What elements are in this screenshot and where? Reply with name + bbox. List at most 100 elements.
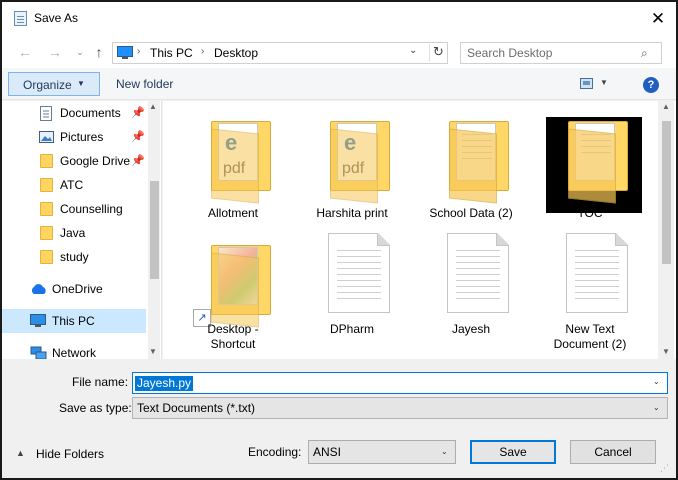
file-item-harshita-print[interactable]: e pdf Harshita print <box>292 109 412 227</box>
folder-icon <box>40 202 53 216</box>
sidebar-item-pictures[interactable]: Pictures 📌 <box>2 125 146 149</box>
sidebar-item-label: Google Drive <box>60 154 131 168</box>
recent-locations-button[interactable]: ⌄ <box>71 43 89 61</box>
sidebar-item-atc[interactable]: ATC <box>2 173 146 197</box>
search-box[interactable]: ⌕ <box>460 42 662 64</box>
file-name: Jayesh <box>451 322 491 336</box>
window-title: Save As <box>34 11 79 25</box>
scroll-up-icon[interactable]: ▲ <box>149 102 157 111</box>
encoding-value: ANSI <box>313 445 342 459</box>
pictures-icon <box>39 131 54 143</box>
folder-icon <box>40 178 53 192</box>
filename-field[interactable]: Jayesh.py ⌄ <box>132 372 668 394</box>
sidebar-item-google-drive[interactable]: Google Drive 📌 <box>2 149 146 173</box>
chevron-down-icon[interactable]: ⌄ <box>653 377 660 386</box>
navigation-pane: Documents 📌 Pictures 📌 Google Drive 📌 AT… <box>2 101 162 359</box>
folder-front-icon <box>211 128 259 204</box>
view-icon <box>580 78 593 89</box>
file-name: School Data (2) <box>429 206 513 220</box>
resize-grip-icon[interactable]: ⋰ <box>660 463 669 474</box>
scroll-down-icon[interactable]: ▼ <box>149 347 157 356</box>
organize-button[interactable]: Organize ▼ <box>8 72 100 96</box>
content-scrollbar[interactable]: ▲ ▼ <box>658 101 674 359</box>
back-button[interactable]: ← <box>16 43 34 61</box>
save-button[interactable]: Save <box>470 440 556 464</box>
help-icon: ? <box>647 79 655 91</box>
pin-icon: 📌 <box>131 131 145 143</box>
sidebar-scrollbar[interactable]: ▲ ▼ <box>148 101 160 359</box>
forward-button[interactable]: → <box>46 43 64 61</box>
chevron-down-icon: ▼ <box>77 79 85 88</box>
chevron-down-icon: ⌄ <box>76 47 84 57</box>
file-item-school-data-2[interactable]: School Data (2) <box>411 109 531 227</box>
pin-icon: 📌 <box>131 107 145 119</box>
search-input[interactable] <box>467 46 637 60</box>
file-name: New Text <box>565 322 615 336</box>
filename-value[interactable]: Jayesh.py <box>135 376 194 391</box>
sidebar-item-label: Counselling <box>60 202 123 216</box>
file-item-toc[interactable]: TOC <box>530 109 650 227</box>
close-icon: ✕ <box>650 9 666 28</box>
sidebar-item-label: OneDrive <box>52 282 103 296</box>
encoding-select[interactable]: ANSI ⌄ <box>308 440 456 464</box>
breadcrumb-separator-icon: › <box>137 46 141 57</box>
scroll-down-icon[interactable]: ▼ <box>662 347 670 356</box>
sidebar-item-label: study <box>60 250 89 264</box>
chevron-down-icon: ▼ <box>600 78 608 87</box>
sidebar-item-documents[interactable]: Documents 📌 <box>2 101 146 125</box>
arrow-left-icon: ← <box>18 44 32 60</box>
folder-icon <box>40 226 53 240</box>
organize-label: Organize <box>23 78 72 92</box>
scroll-up-icon[interactable]: ▲ <box>662 102 670 111</box>
file-name: Harshita print <box>316 206 388 220</box>
breadcrumb-desktop[interactable]: Desktop <box>214 46 258 60</box>
folder-icon <box>40 154 53 168</box>
savetype-value: Text Documents (*.txt) <box>137 401 256 415</box>
title-bar: Save As ✕ <box>2 2 676 36</box>
cancel-button[interactable]: Cancel <box>570 440 656 464</box>
address-dropdown-icon[interactable]: ⌄ <box>409 45 417 56</box>
file-item-jayesh[interactable]: Jayesh <box>411 233 531 351</box>
sidebar-item-counselling[interactable]: Counselling <box>2 197 146 221</box>
refresh-button[interactable]: ↻ <box>429 44 447 62</box>
address-bar[interactable]: › This PC › Desktop ⌄ ↻ <box>112 42 448 64</box>
scrollbar-thumb[interactable] <box>662 121 671 264</box>
file-name-line2: Document (2) <box>553 337 627 351</box>
arrow-right-icon: → <box>48 44 62 60</box>
text-document-icon <box>328 233 390 313</box>
savetype-select[interactable]: Text Documents (*.txt) ⌄ <box>132 397 668 419</box>
refresh-icon: ↻ <box>433 44 444 59</box>
folder-front-icon <box>211 252 259 328</box>
breadcrumb-this-pc[interactable]: This PC <box>150 46 193 60</box>
sidebar-item-label: Network <box>52 346 97 359</box>
file-item-new-text-document-2[interactable]: New Text Document (2) <box>530 233 650 351</box>
sidebar-item-study[interactable]: study <box>2 245 146 269</box>
this-pc-icon <box>30 314 46 327</box>
hide-folders-label: Hide Folders <box>36 447 105 461</box>
up-button[interactable]: ↑ <box>90 43 108 61</box>
sidebar-item-label: Java <box>60 226 86 240</box>
documents-icon <box>40 106 52 121</box>
scrollbar-thumb[interactable] <box>150 181 159 279</box>
filename-label: File name: <box>72 375 129 389</box>
sidebar-item-label: This PC <box>52 314 95 328</box>
folder-icon <box>40 250 53 264</box>
help-button[interactable]: ? <box>643 77 659 93</box>
file-name: Desktop - <box>207 322 259 336</box>
sidebar-item-this-pc[interactable]: This PC <box>2 309 146 333</box>
chevron-down-icon: ⌄ <box>653 403 660 412</box>
file-item-desktop-shortcut[interactable]: ↗ Desktop - Shortcut <box>173 233 293 351</box>
sidebar-item-network[interactable]: Network <box>2 341 146 359</box>
file-name-line2: Shortcut <box>210 337 256 351</box>
breadcrumb-separator-icon: › <box>201 46 205 57</box>
sidebar-item-onedrive[interactable]: OneDrive <box>2 277 146 301</box>
file-name: DPharm <box>329 322 374 336</box>
file-name: Allotment <box>207 206 259 220</box>
navigation-bar: ← → ⌄ ↑ › This PC › Desktop ⌄ ↻ ⌕ <box>2 36 676 68</box>
close-button[interactable]: ✕ <box>644 6 672 32</box>
sidebar-item-java[interactable]: Java <box>2 221 146 245</box>
change-view-button[interactable]: ▼ <box>578 76 612 94</box>
file-item-allotment[interactable]: e pdf Allotment <box>173 109 293 227</box>
new-folder-button[interactable]: New folder <box>110 72 179 96</box>
file-item-dpharm[interactable]: DPharm <box>292 233 412 351</box>
